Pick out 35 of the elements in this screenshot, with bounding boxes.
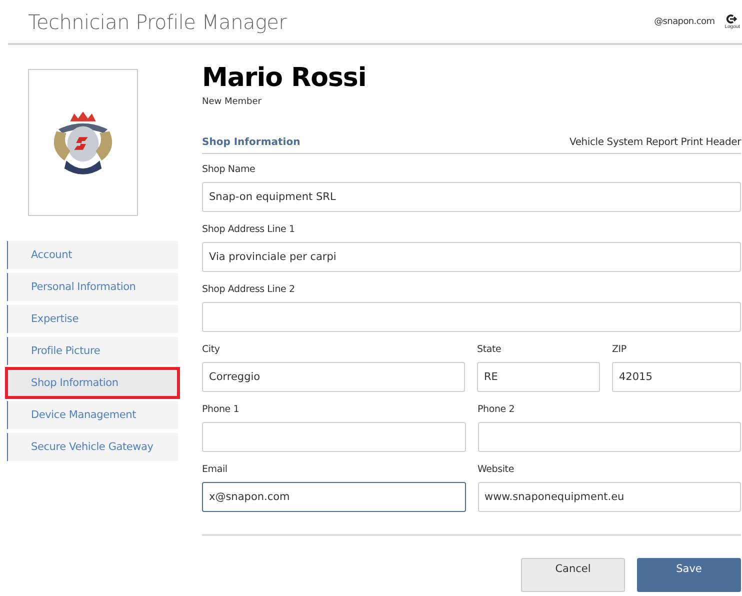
text-field[interactable]: 42015 bbox=[612, 362, 741, 392]
app-title: Technician Profile Manager bbox=[28, 10, 288, 34]
field-label: Shop Address Line 1 bbox=[202, 224, 296, 237]
text-field[interactable] bbox=[202, 422, 466, 452]
field-label: Phone 1 bbox=[202, 404, 240, 417]
field-label: Shop Name bbox=[202, 164, 256, 177]
field-label: State bbox=[477, 344, 502, 357]
user-email: @snapon.com bbox=[654, 16, 715, 26]
text-field[interactable] bbox=[202, 302, 741, 332]
field-label: City bbox=[202, 344, 221, 357]
text-field[interactable]: Via provinciale per carpi bbox=[202, 242, 741, 272]
save-button[interactable]: Save bbox=[637, 558, 741, 592]
print-header-link[interactable]: Vehicle System Report Print Header bbox=[569, 137, 741, 148]
cancel-button[interactable]: Cancel bbox=[521, 558, 625, 592]
field-label: Shop Address Line 2 bbox=[202, 284, 296, 297]
text-field[interactable]: www.snaponequipment.eu bbox=[478, 482, 741, 512]
text-field[interactable]: Correggio bbox=[202, 362, 465, 392]
field-label: Phone 2 bbox=[478, 404, 516, 417]
nav-item[interactable]: Profile Picture bbox=[7, 337, 178, 365]
text-field[interactable] bbox=[478, 422, 741, 452]
field-label: Website bbox=[478, 464, 515, 477]
member-status: New Member bbox=[202, 97, 263, 107]
field-label: Email bbox=[202, 464, 228, 477]
nav-item[interactable]: Personal Information bbox=[7, 273, 178, 301]
text-field[interactable]: x@snapon.com bbox=[202, 482, 466, 512]
member-name: Mario Rossi bbox=[202, 63, 368, 93]
text-field[interactable]: RE bbox=[477, 362, 600, 392]
nav-item[interactable]: Secure Vehicle Gateway bbox=[7, 433, 178, 461]
nav-item[interactable]: Expertise bbox=[7, 305, 178, 333]
text-field[interactable]: Snap-on equipment SRL bbox=[202, 182, 741, 212]
nav-item[interactable]: Device Management bbox=[7, 401, 178, 429]
logout-icon bbox=[726, 14, 738, 24]
field-label: ZIP bbox=[612, 344, 628, 357]
nav-item[interactable]: Account bbox=[7, 241, 178, 269]
section-title: Shop Information bbox=[202, 137, 300, 148]
